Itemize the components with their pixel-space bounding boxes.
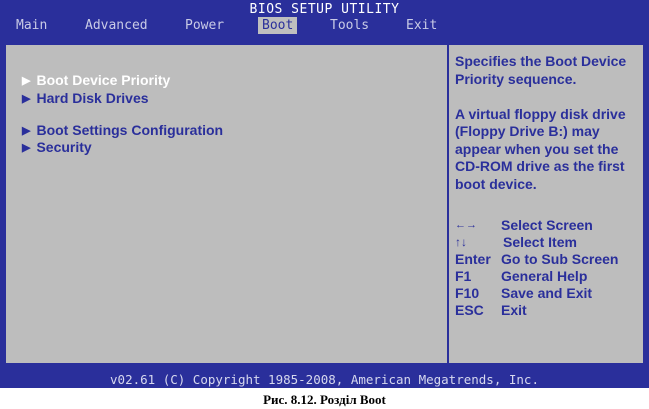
help-line: appear when you set the: [455, 140, 619, 157]
key-desc: Exit: [501, 302, 527, 318]
tab-advanced[interactable]: Advanced: [81, 17, 152, 34]
help-line: A virtual floppy disk drive: [455, 105, 626, 122]
boot-settings-configuration-label: Boot Settings Configuration: [36, 122, 224, 138]
panel-divider: [447, 44, 449, 364]
key-label: F1: [455, 268, 472, 284]
window-title: BIOS SETUP UTILITY: [249, 2, 400, 17]
submenu-arrow-icon: ▶: [22, 142, 31, 154]
menu-bar: Main Advanced Power Boot Tools Exit: [0, 17, 649, 35]
boot-device-priority-label: Boot Device Priority: [36, 72, 171, 88]
boot-settings-configuration-item[interactable]: ▶ Boot Settings Configuration: [22, 122, 223, 138]
up-down-arrows-icon: ↑↓: [455, 235, 467, 249]
help-line: (Floppy Drive B:) may: [455, 123, 600, 139]
tab-tools[interactable]: Tools: [326, 17, 373, 34]
submenu-arrow-icon: ▶: [22, 125, 31, 137]
help-line: boot device.: [455, 175, 537, 192]
help-text: Specifies the Boot Device Priority seque…: [455, 53, 641, 193]
security-item[interactable]: ▶ Security: [22, 139, 92, 155]
help-line: Specifies the Boot Device: [455, 53, 627, 69]
help-line: [455, 88, 641, 106]
key-desc: Save and Exit: [501, 285, 593, 301]
key-desc: Select Screen: [501, 217, 593, 233]
key-label: F10: [455, 285, 480, 301]
footer-bar: v02.61 (C) Copyright 1985-2008, American…: [0, 371, 649, 388]
left-right-arrows-icon: ←→: [455, 219, 477, 231]
help-line: CD-ROM drive as the first: [455, 158, 625, 174]
key-label: Enter: [455, 251, 491, 267]
tab-main[interactable]: Main: [12, 17, 51, 34]
help-line: Priority sequence.: [455, 70, 577, 87]
key-label: ESC: [455, 302, 484, 318]
copyright-text: v02.61 (C) Copyright 1985-2008, American…: [110, 372, 539, 387]
boot-device-priority-item[interactable]: ▶ Boot Device Priority: [22, 72, 170, 88]
submenu-arrow-icon: ▶: [22, 93, 31, 105]
figure-caption: Рис. 8.12. Розділ Boot: [263, 392, 386, 407]
hard-disk-drives-label: Hard Disk Drives: [36, 90, 149, 106]
tab-power[interactable]: Power: [181, 17, 228, 34]
key-desc: Go to Sub Screen: [501, 251, 619, 267]
tab-boot[interactable]: Boot: [258, 17, 298, 34]
security-label: Security: [36, 139, 92, 155]
key-desc: General Help: [501, 268, 588, 284]
key-desc: Select Item: [503, 234, 577, 250]
tab-exit[interactable]: Exit: [402, 17, 441, 34]
submenu-arrow-icon: ▶: [22, 75, 31, 87]
hard-disk-drives-item[interactable]: ▶ Hard Disk Drives: [22, 90, 149, 106]
